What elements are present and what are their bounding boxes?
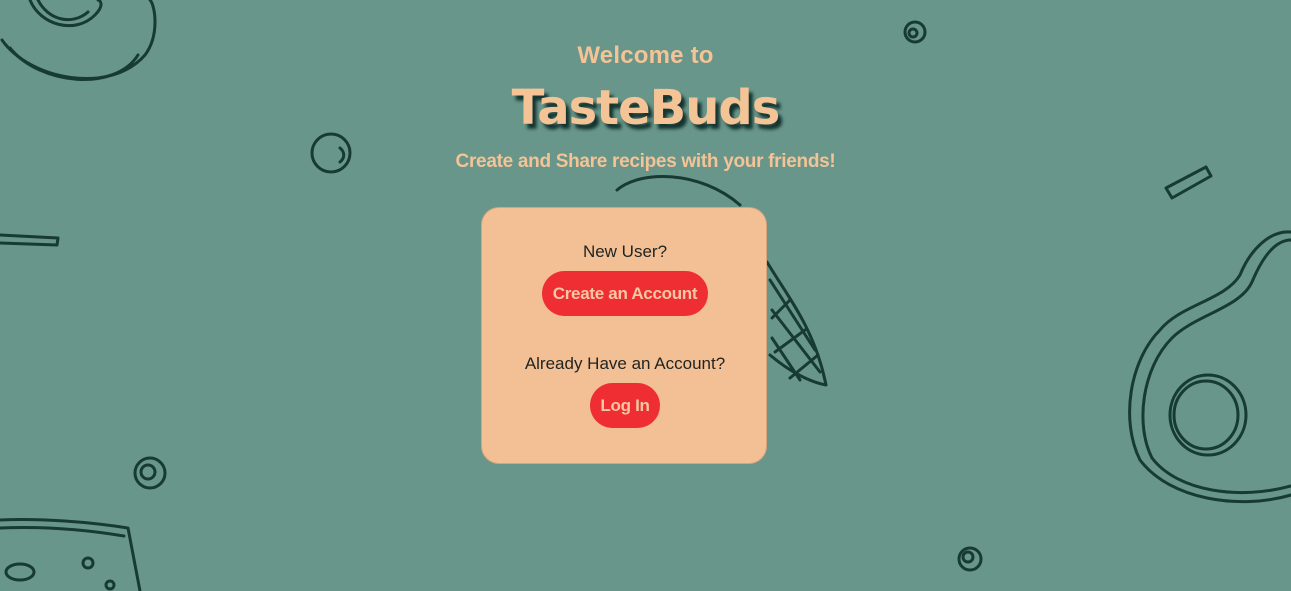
stick-doodle-left xyxy=(0,233,60,247)
cheese-doodle-bottom-left xyxy=(0,517,142,591)
auth-card: New User? Create an Account Already Have… xyxy=(481,207,767,464)
welcome-heading: Welcome to xyxy=(577,42,714,69)
tagline: Create and Share recipes with your frien… xyxy=(455,151,836,172)
existing-user-prompt: Already Have an Account? xyxy=(524,354,726,373)
login-button[interactable]: Log In xyxy=(590,383,660,428)
avocado-doodle-right xyxy=(1128,230,1291,504)
new-user-prompt: New User? xyxy=(582,242,668,261)
create-account-button[interactable]: Create an Account xyxy=(542,271,708,316)
brand-logo-title: TasteBuds xyxy=(511,80,781,136)
